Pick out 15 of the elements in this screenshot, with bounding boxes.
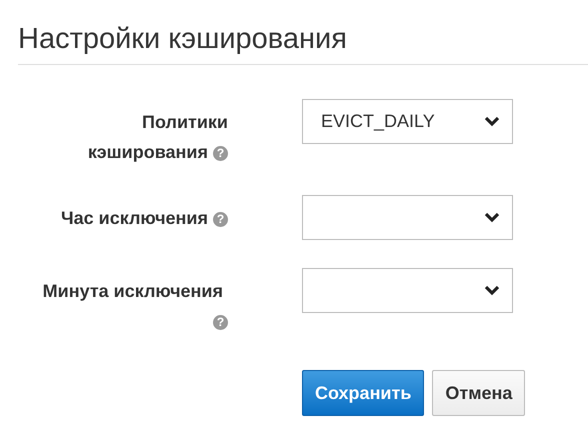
save-button[interactable]: Сохранить [302, 370, 424, 416]
cancel-button[interactable]: Отмена [432, 370, 526, 416]
chevron-down-icon [484, 285, 500, 296]
chevron-down-icon [484, 212, 500, 223]
chevron-down-icon [484, 116, 500, 127]
page-title: Настройки кэширования [18, 22, 348, 57]
dropdown[interactable]: EVICT_DAILY [302, 99, 513, 144]
help-icon[interactable]: ? [213, 146, 228, 160]
help-icon[interactable]: ? [213, 212, 228, 226]
dropdown[interactable] [302, 268, 513, 313]
field-label: Минута исключения ? [38, 268, 228, 336]
field-label: Политики кэширования ? [86, 111, 228, 164]
field-label: Час исключения ? [38, 195, 228, 233]
dropdown[interactable] [302, 195, 513, 240]
help-icon[interactable]: ? [213, 314, 228, 330]
